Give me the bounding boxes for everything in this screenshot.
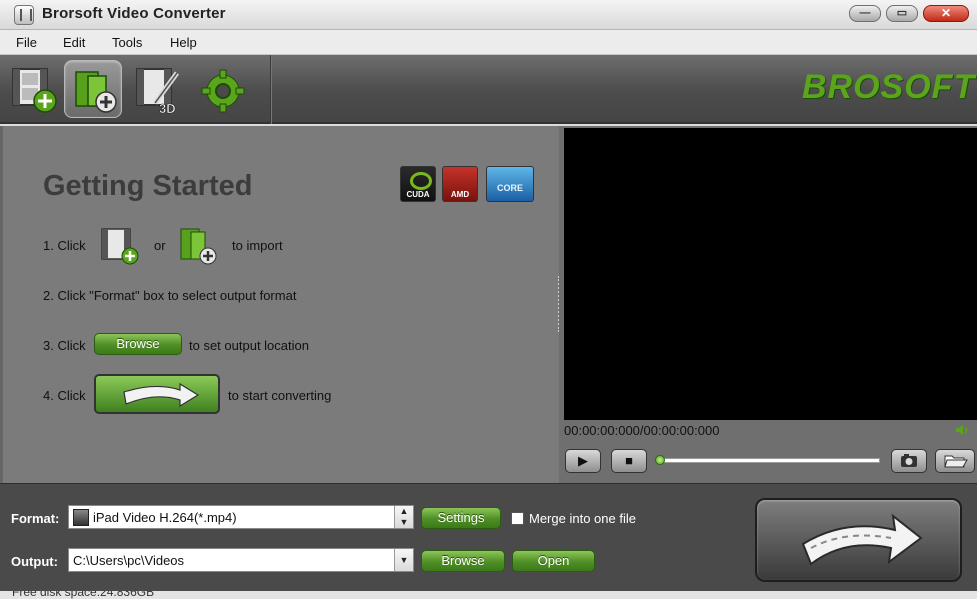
timecode: 00:00:00:000/00:00:00:000: [564, 423, 720, 438]
brorsoft-logo: BROSOFT: [802, 68, 976, 106]
menu-help[interactable]: Help: [170, 35, 197, 50]
edit-3d-button[interactable]: 3D: [128, 60, 186, 118]
step1-suffix: to import: [232, 238, 283, 253]
getting-started-title: Getting Started: [43, 170, 253, 202]
browse-button[interactable]: Browse: [421, 550, 505, 572]
format-label: Format:: [11, 511, 60, 526]
merge-checkbox[interactable]: [511, 512, 524, 525]
close-button[interactable]: ✕: [923, 5, 969, 22]
format-select[interactable]: iPad Video H.264(*.mp4) ▲ ▼: [68, 505, 414, 529]
add-video-icon[interactable]: [99, 226, 143, 266]
intel-badge-label: CORE: [496, 183, 523, 193]
free-disk-space: Free disk space:24.836GB: [12, 591, 155, 599]
seek-bar[interactable]: [659, 458, 880, 463]
menu-edit[interactable]: Edit: [63, 35, 85, 50]
cuda-badge: CUDA: [400, 166, 436, 202]
step1-prefix: 1. Click: [43, 238, 86, 253]
title-bar: Brorsoft Video Converter — ▭ ✕: [0, 0, 977, 30]
intel-core-badge: CORE: [486, 166, 534, 202]
mp4-format-icon: [73, 509, 89, 526]
stop-icon: ■: [625, 453, 633, 468]
window-title: Brorsoft Video Converter: [42, 5, 226, 22]
step3-prefix: 3. Click: [43, 338, 86, 353]
app-icon: [14, 5, 34, 25]
maximize-button[interactable]: ▭: [886, 5, 918, 22]
minimize-button[interactable]: —: [849, 5, 881, 22]
open-folder-button[interactable]: [935, 449, 975, 473]
menu-bar: File Edit Tools Help: [0, 30, 977, 55]
volume-icon[interactable]: [955, 424, 969, 436]
snapshot-button[interactable]: [891, 449, 927, 473]
menu-tools[interactable]: Tools: [112, 35, 142, 50]
open-folder-icon: [944, 455, 968, 468]
chevron-down-icon[interactable]: ▼: [394, 549, 413, 571]
output-path-select[interactable]: C:\Users\pc\Videos ▼: [68, 548, 414, 572]
browse-button-hint[interactable]: Browse: [94, 333, 182, 355]
load-files-button[interactable]: [64, 60, 122, 118]
settings-gear-icon: [201, 69, 245, 113]
convert-button[interactable]: [755, 498, 962, 582]
format-spinner-icon[interactable]: ▲ ▼: [394, 506, 413, 528]
output-settings: Format: iPad Video H.264(*.mp4) ▲ ▼ Setti…: [0, 483, 977, 591]
merge-label: Merge into one file: [529, 511, 636, 526]
add-video-button[interactable]: [4, 60, 62, 118]
step2-text: 2. Click "Format" box to select output f…: [43, 288, 297, 303]
convert-button-hint[interactable]: [94, 374, 220, 414]
edit-3d-icon: 3D: [136, 68, 180, 115]
amd-badge: AMD: [442, 166, 478, 202]
toolbar-separator: [270, 55, 272, 124]
settings-button[interactable]: [190, 60, 248, 118]
video-preview: [564, 128, 977, 420]
step4-prefix: 4. Click: [43, 388, 86, 403]
menu-file[interactable]: File: [16, 35, 37, 50]
status-bar: Free disk space:24.836GB: [0, 591, 977, 599]
convert-arrow-icon: [123, 382, 200, 408]
open-button[interactable]: Open: [512, 550, 595, 572]
snapshot-icon: [901, 454, 917, 467]
play-icon: ▶: [578, 453, 588, 468]
minimize-icon: —: [859, 7, 871, 19]
svg-text:3D: 3D: [159, 101, 176, 115]
load-files-icon[interactable]: [177, 226, 221, 266]
cuda-badge-label: CUDA: [406, 190, 430, 199]
step3-suffix: to set output location: [189, 338, 309, 353]
output-label: Output:: [11, 554, 58, 569]
settings-button[interactable]: Settings: [421, 507, 501, 529]
add-video-icon: [12, 68, 57, 113]
getting-started-panel: Getting Started CUDA AMD CORE 1. Click o…: [0, 126, 560, 483]
step4-suffix: to start converting: [228, 388, 332, 403]
format-value: iPad Video H.264(*.mp4): [93, 510, 237, 525]
amd-badge-label: AMD: [450, 190, 470, 199]
preview-panel: 00:00:00:000/00:00:00:000 ▶ ■: [559, 126, 977, 483]
convert-arrow-icon: [801, 513, 923, 566]
load-files-icon: [75, 71, 117, 113]
output-path-value: C:\Users\pc\Videos: [73, 553, 185, 568]
stop-button[interactable]: ■: [611, 449, 647, 473]
play-button[interactable]: ▶: [565, 449, 601, 473]
maximize-icon: ▭: [896, 7, 908, 19]
step1-or: or: [154, 238, 166, 253]
seek-knob[interactable]: [655, 455, 665, 465]
close-icon: ✕: [940, 6, 952, 20]
